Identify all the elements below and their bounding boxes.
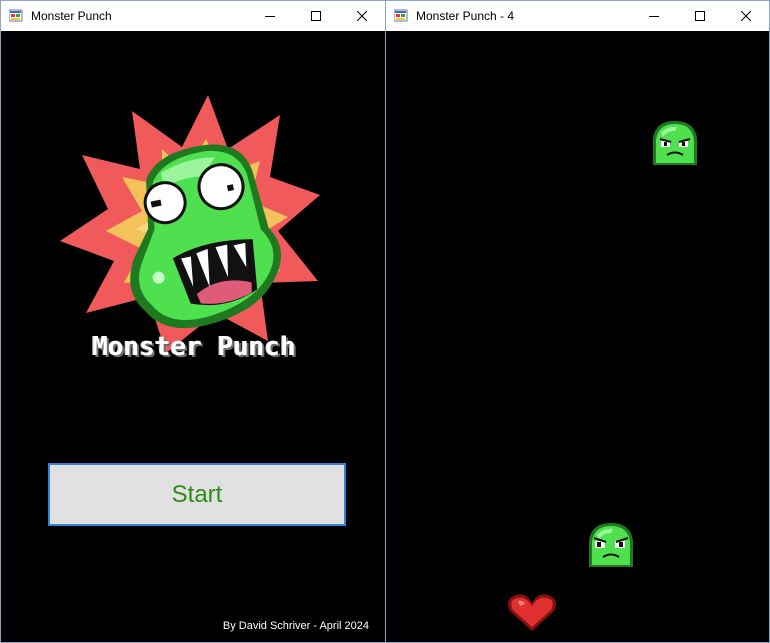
game-logo-title: Monster Punch [92, 332, 296, 362]
maximize-icon [311, 11, 321, 21]
window-title: Monster Punch [31, 9, 112, 23]
close-button[interactable] [723, 1, 769, 31]
title-bar[interactable]: Monster Punch - 4 [386, 1, 769, 31]
minimize-button[interactable] [631, 1, 677, 31]
minimize-icon [649, 16, 659, 17]
menu-screen: Monster Punch Start By David Schriver - … [1, 31, 385, 642]
green-monster-sprite[interactable] [649, 119, 701, 167]
green-monster-sprite[interactable] [585, 521, 637, 569]
player-heart-sprite[interactable] [506, 591, 558, 633]
start-button[interactable]: Start [48, 463, 346, 526]
game-playfield[interactable] [386, 31, 769, 642]
close-icon [357, 11, 367, 21]
close-button[interactable] [339, 1, 385, 31]
app-icon [9, 9, 23, 22]
maximize-button[interactable] [293, 1, 339, 31]
title-bar[interactable]: Monster Punch [1, 1, 385, 31]
credit-text: By David Schriver - April 2024 [222, 620, 369, 632]
maximize-button[interactable] [677, 1, 723, 31]
maximize-icon [695, 11, 705, 21]
close-icon [741, 11, 751, 21]
window-monster-punch-game: Monster Punch - 4 [385, 0, 770, 643]
window-monster-punch-menu: Monster Punch Monster Punch Start By Dav… [0, 0, 386, 643]
window-title: Monster Punch - 4 [416, 9, 515, 23]
app-icon [394, 9, 408, 22]
minimize-button[interactable] [247, 1, 293, 31]
monster-punch-logo-image [60, 95, 320, 353]
minimize-icon [265, 16, 275, 17]
